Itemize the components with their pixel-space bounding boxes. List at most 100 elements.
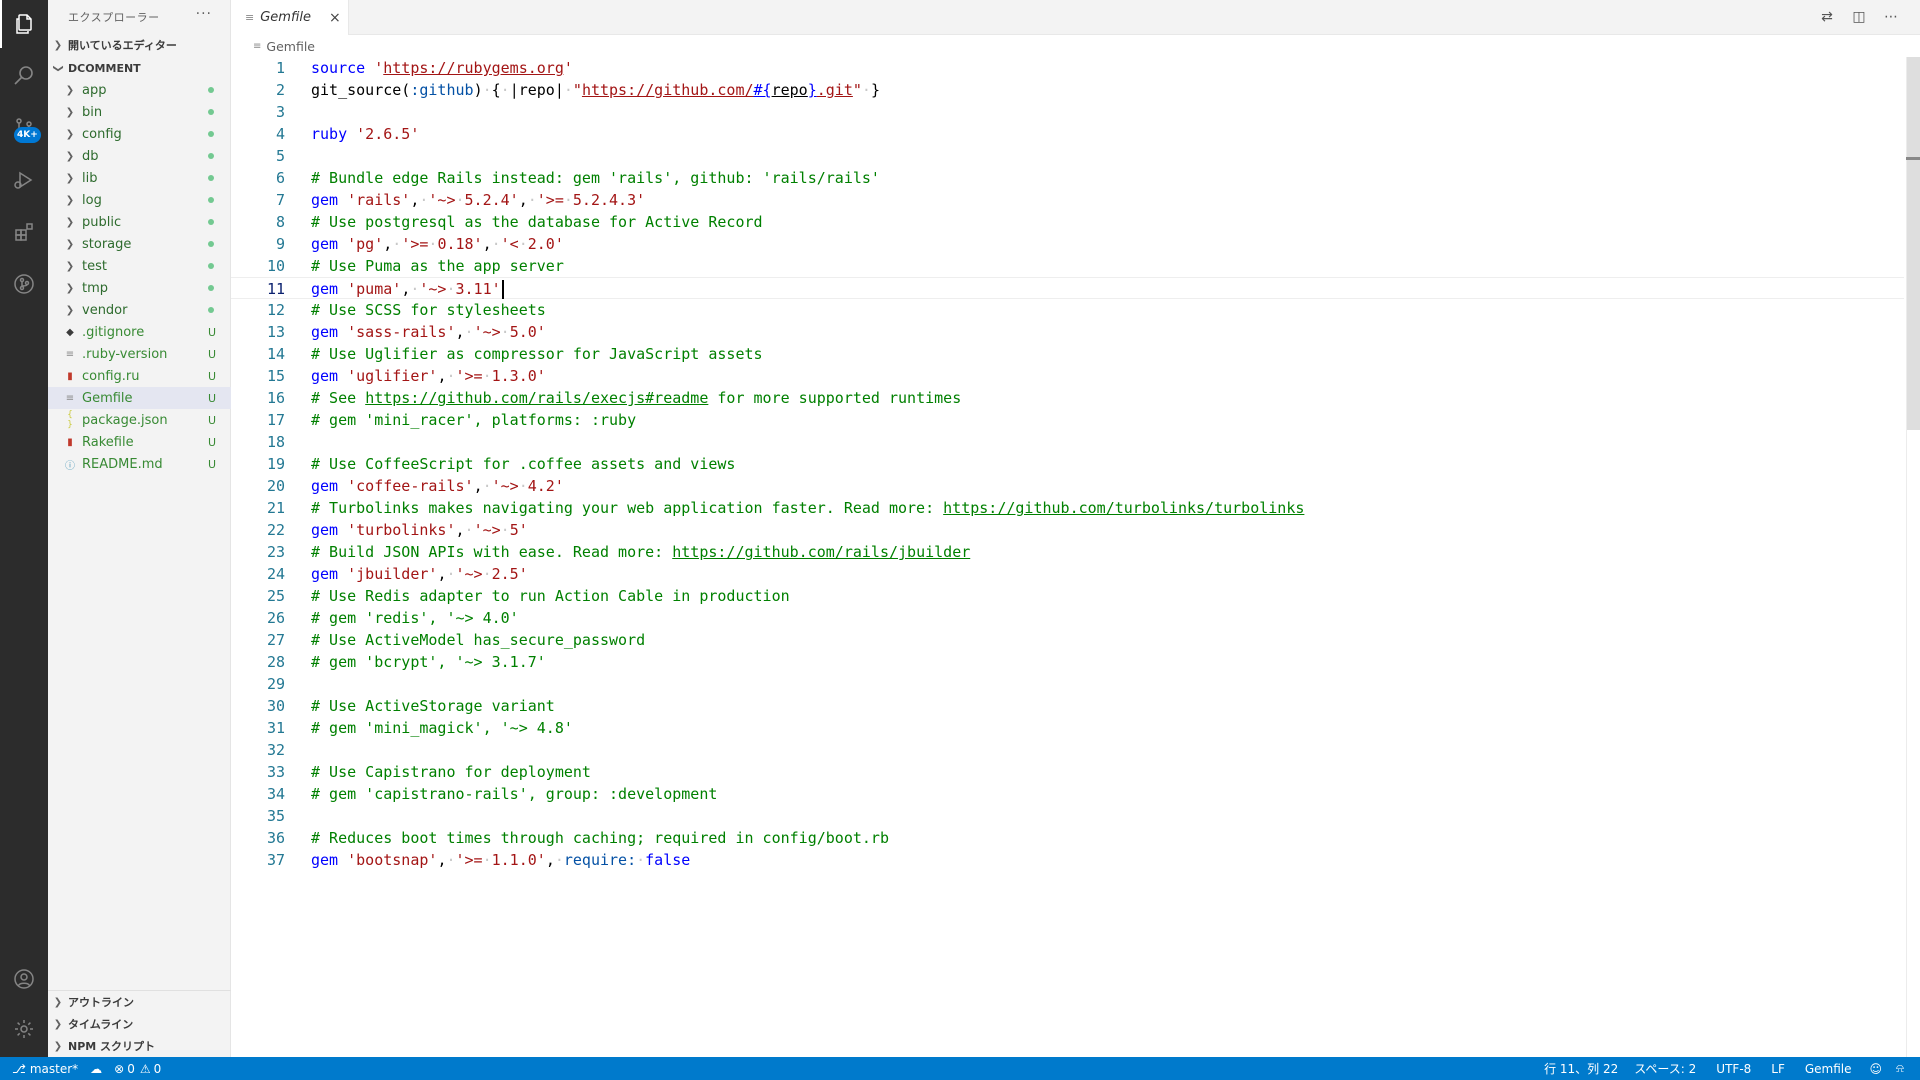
code-line[interactable]: 24 gem 'jbuilder',·'~>·2.5' (231, 563, 1904, 585)
tree-folder[interactable]: ❯ storage (48, 233, 231, 255)
tab-gemfile[interactable]: ≡ Gemfile × (231, 0, 349, 35)
code-line[interactable]: 35 (231, 805, 1904, 827)
tree-folder[interactable]: ❯ db (48, 145, 231, 167)
tree-file[interactable]: ▮ Rakefile U (48, 431, 231, 453)
git-graph-icon[interactable] (0, 260, 48, 308)
tree-folder[interactable]: ❯ log (48, 189, 231, 211)
code-line[interactable]: 5 (231, 145, 1904, 167)
code-line[interactable]: 7 gem 'rails',·'~>·5.2.4',·'>=·5.2.4.3' (231, 189, 1904, 211)
workspace-section[interactable]: ❯ DCOMMENT (48, 57, 231, 79)
code-line[interactable]: 19 # Use CoffeeScript for .coffee assets … (231, 453, 1904, 475)
more-actions-icon[interactable]: ··· (196, 6, 212, 22)
outline-section[interactable]: ❯ アウトライン (48, 991, 231, 1013)
code-line[interactable]: 16 # See https://github.com/rails/execjs#… (231, 387, 1904, 409)
tree-file[interactable]: { } package.json U (48, 409, 231, 431)
code-line[interactable]: 25 # Use Redis adapter to run Action Cabl… (231, 585, 1904, 607)
code-line[interactable]: 10 # Use Puma as the app server (231, 255, 1904, 277)
code-line[interactable]: 3 (231, 101, 1904, 123)
tree-folder[interactable]: ❯ lib (48, 167, 231, 189)
feedback-icon[interactable]: ☺ (1862, 1057, 1891, 1080)
editor-tab-bar: ≡ Gemfile × ⇄ ◫ ⋯ (231, 0, 1920, 35)
timeline-section[interactable]: ❯ タイムライン (48, 1013, 231, 1035)
bell-icon[interactable]: ⍾ (1890, 1057, 1910, 1080)
code-line[interactable]: 13 gem 'sass-rails',·'~>·5.0' (231, 321, 1904, 343)
code-editor[interactable]: 1 source 'https://rubygems.org' 2 git_sourc… (231, 57, 1904, 1057)
code-line[interactable]: 4 ruby '2.6.5' (231, 123, 1904, 145)
code-line[interactable]: 30 # Use ActiveStorage variant (231, 695, 1904, 717)
more-actions-icon[interactable]: ⋯ (1882, 8, 1900, 26)
tree-folder[interactable]: ❯ config (48, 123, 231, 145)
tree-folder[interactable]: ❯ vendor (48, 299, 231, 321)
code-token: · (482, 851, 492, 869)
breadcrumb-item[interactable]: Gemfile (266, 39, 315, 54)
language-mode[interactable]: Gemfile (1795, 1057, 1862, 1080)
code-line[interactable]: 27 # Use ActiveModel has_secure_password (231, 629, 1904, 651)
modified-dot-badge (208, 87, 214, 93)
line-number: 6 (275, 169, 285, 187)
chevron-right-icon: ❯ (65, 150, 75, 162)
branch-status[interactable]: ⎇ master* (0, 1057, 84, 1080)
code-line[interactable]: 21 # Turbolinks makes navigating your web… (231, 497, 1904, 519)
code-line[interactable]: 18 (231, 431, 1904, 453)
code-token: # Use ActiveModel has_secure_password (311, 631, 646, 649)
code-line[interactable]: 36 # Reduces boot times through caching; … (231, 827, 1904, 849)
search-icon[interactable] (0, 52, 48, 100)
code-line[interactable]: 15 gem 'uglifier',·'>=·1.3.0' (231, 365, 1904, 387)
code-line[interactable]: 11 gem 'puma',·'~>·3.11' (231, 277, 1904, 299)
tree-folder[interactable]: ❯ test (48, 255, 231, 277)
indentation[interactable]: スペース: 2 (1624, 1057, 1706, 1080)
code-line[interactable]: 37 gem 'bootsnap',·'>=·1.1.0',·require:·f… (231, 849, 1904, 871)
encoding[interactable]: UTF-8 (1706, 1057, 1761, 1080)
extensions-icon[interactable] (0, 208, 48, 256)
line-number: 14 (266, 345, 285, 363)
code-line[interactable]: 32 (231, 739, 1904, 761)
code-line[interactable]: 33 # Use Capistrano for deployment (231, 761, 1904, 783)
tree-file[interactable]: ◆ .gitignore U (48, 321, 231, 343)
code-line[interactable]: 23 # Build JSON APIs with ease. Read more… (231, 541, 1904, 563)
scrollbar-thumb[interactable] (1907, 57, 1920, 430)
editor-scrollbar[interactable] (1906, 57, 1920, 1057)
account-icon[interactable] (0, 955, 48, 1003)
settings-gear-icon[interactable] (0, 1005, 48, 1053)
code-token: , (455, 521, 465, 539)
code-line[interactable]: 14 # Use Uglifier as compressor for JavaS… (231, 343, 1904, 365)
open-changes-icon[interactable]: ⇄ (1818, 8, 1836, 26)
code-line[interactable]: 9 gem 'pg',·'>=·0.18',·'<·2.0' (231, 233, 1904, 255)
code-line[interactable]: 12 # Use SCSS for stylesheets (231, 299, 1904, 321)
code-line[interactable]: 17 # gem 'mini_racer', platforms: :ruby (231, 409, 1904, 431)
code-line[interactable]: 20 gem 'coffee-rails',·'~>·4.2' (231, 475, 1904, 497)
code-line[interactable]: 26 # gem 'redis', '~> 4.0' (231, 607, 1904, 629)
sync-status[interactable]: ☁ (84, 1057, 108, 1080)
split-editor-icon[interactable]: ◫ (1850, 8, 1868, 26)
cursor-position[interactable]: 行 11、列 22 (1538, 1057, 1624, 1080)
line-number: 28 (266, 653, 285, 671)
code-line[interactable]: 6 # Bundle edge Rails instead: gem 'rails… (231, 167, 1904, 189)
code-line[interactable]: 2 git_source(:github)·{·|repo|·"https://g… (231, 79, 1904, 101)
code-token: '>= (401, 235, 429, 253)
code-token: · (861, 81, 871, 99)
tree-folder[interactable]: ❯ app (48, 79, 231, 101)
tree-file[interactable]: ▮ config.ru U (48, 365, 231, 387)
tree-folder[interactable]: ❯ public (48, 211, 231, 233)
modified-dot-badge (208, 153, 214, 159)
code-line[interactable]: 29 (231, 673, 1904, 695)
end-of-line[interactable]: LF (1761, 1057, 1795, 1080)
close-icon[interactable]: × (329, 10, 341, 26)
tree-file[interactable]: ⓘ README.md U (48, 453, 231, 475)
code-line[interactable]: 22 gem 'turbolinks',·'~>·5' (231, 519, 1904, 541)
problems-status[interactable]: ⊗ 0 ⚠ 0 (108, 1057, 167, 1080)
code-line[interactable]: 34 # gem 'capistrano-rails', group: :deve… (231, 783, 1904, 805)
line-number: 30 (266, 697, 285, 715)
code-line[interactable]: 8 # Use postgresql as the database for Ac… (231, 211, 1904, 233)
tree-folder[interactable]: ❯ bin (48, 101, 231, 123)
tree-file[interactable]: ≡ .ruby-version U (48, 343, 231, 365)
tree-file[interactable]: ≡ Gemfile U (48, 387, 231, 409)
open-editors-section[interactable]: ❯ 開いているエディター (48, 34, 231, 56)
code-line[interactable]: 28 # gem 'bcrypt', '~> 3.1.7' (231, 651, 1904, 673)
code-line[interactable]: 1 source 'https://rubygems.org' (231, 57, 1904, 79)
npm-scripts-section[interactable]: ❯ NPM スクリプト (48, 1035, 231, 1057)
tree-folder[interactable]: ❯ tmp (48, 277, 231, 299)
code-line[interactable]: 31 # gem 'mini_magick', '~> 4.8' (231, 717, 1904, 739)
run-debug-icon[interactable] (0, 156, 48, 204)
explorer-icon[interactable] (0, 0, 48, 48)
